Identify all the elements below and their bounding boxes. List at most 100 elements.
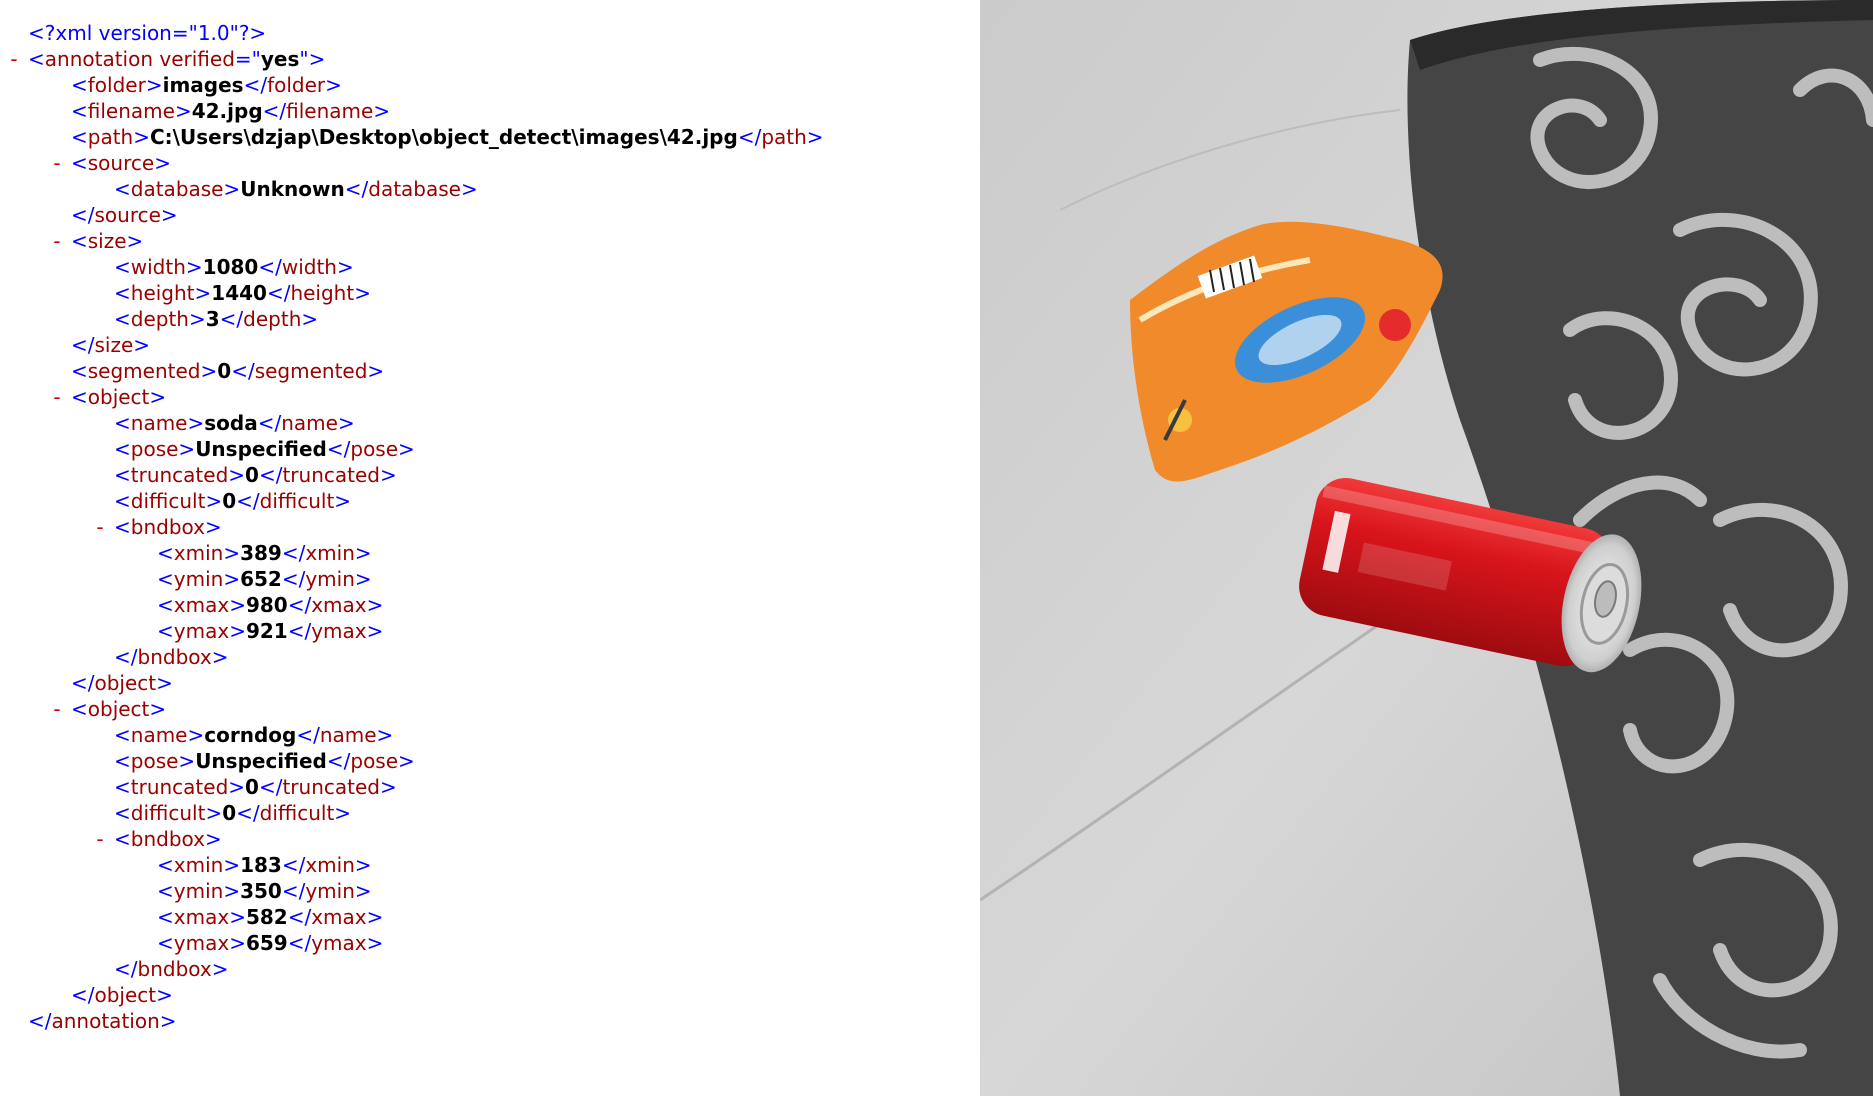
xml-punctuation: </ [114,957,138,981]
xml-punctuation: < [71,229,88,253]
xml-punctuation: < [157,905,174,929]
xml-tag-name: xmax [311,905,367,929]
xml-tag-name: filename [87,99,175,123]
xml-line: <name>corndog</name> [114,722,393,748]
xml-punctuation: > [185,255,203,279]
xml-line: </bndbox> [114,956,228,982]
xml-tag-name: pose [130,437,179,461]
xml-punctuation: < [157,541,174,565]
xml-punctuation: > [301,307,319,331]
xml-punctuation: > [174,99,192,123]
xml-text-value: C:\Users\dzjap\Desktop\object_detect\ima… [150,125,738,149]
xml-punctuation: > [160,203,178,227]
collapse-toggle[interactable]: - [50,228,64,254]
xml-punctuation: </ [243,73,268,97]
xml-punctuation: > [149,697,167,721]
xml-tag-name: difficult [130,489,206,513]
xml-declaration: <?xml version="1.0"?> [28,21,267,45]
xml-punctuation: =" [234,47,261,71]
xml-punctuation: > [188,307,206,331]
xml-tree-view: <?xml version="1.0"?> - <annotation verifi… [0,0,980,1096]
xml-line: <database>Unknown</database> [114,176,478,202]
xml-punctuation: > [354,567,372,591]
xml-punctuation: </ [71,333,95,357]
collapse-toggle[interactable]: - [50,696,64,722]
xml-punctuation: < [157,619,174,643]
xml-punctuation: < [28,47,45,71]
xml-punctuation: > [229,619,246,643]
xml-punctuation: > [223,177,241,201]
xml-punctuation: > [149,385,167,409]
xml-line: </annotation> [28,1008,177,1034]
xml-punctuation: < [71,99,88,123]
xml-tag-name: object [94,983,157,1007]
xml-punctuation: > [204,515,222,539]
xml-tag-name: height [290,281,355,305]
xml-tag-name: xmin [173,853,224,877]
xml-line: <size> [71,228,143,254]
xml-tag-name: name [281,411,338,435]
xml-punctuation: < [71,385,88,409]
xml-line: <name>soda</name> [114,410,355,436]
xml-punctuation: > [354,281,371,305]
xml-tag-name: name [319,723,377,747]
xml-tag-name: ymin [305,567,355,591]
xml-tag-name: size [87,229,127,253]
xml-tag-name: database [130,177,224,201]
xml-punctuation: > [229,931,246,955]
xml-line: <difficult>0</difficult> [114,488,351,514]
xml-tag-name: truncated [282,775,380,799]
xml-punctuation: > [460,177,478,201]
xml-punctuation: < [114,775,131,799]
xml-punctuation: </ [257,411,282,435]
xml-punctuation: > [223,853,241,877]
xml-line: <ymin>350</ymin> [157,878,372,904]
xml-text-value: 0 [245,775,259,799]
collapse-toggle[interactable]: - [50,150,64,176]
xml-punctuation: > [366,905,384,929]
xml-tag-name: annotation [44,47,154,71]
xml-punctuation: < [114,749,131,773]
xml-tag-name: truncated [282,463,380,487]
xml-punctuation: > [806,125,824,149]
xml-line: <truncated>0</truncated> [114,462,397,488]
xml-punctuation: > [223,541,241,565]
xml-punctuation: > [373,99,391,123]
xml-punctuation: < [71,125,88,149]
xml-tag-name: folder [267,73,326,97]
xml-punctuation: </ [281,879,306,903]
xml-punctuation: </ [737,125,762,149]
xml-punctuation: < [157,931,174,955]
xml-tag-name: xmax [173,905,230,929]
xml-line: <pose>Unspecified</pose> [114,748,415,774]
xml-punctuation: > [205,801,223,825]
xml-text-value: soda [204,411,258,435]
xml-tag-name: width [130,255,186,279]
xml-punctuation: </ [281,853,306,877]
xml-tag-name: object [87,385,150,409]
collapse-toggle[interactable]: - [7,46,21,72]
collapse-toggle[interactable]: - [93,826,107,852]
xml-line: <filename>42.jpg</filename> [71,98,390,124]
xml-punctuation: < [114,255,131,279]
xml-punctuation: < [71,359,88,383]
xml-line: <ymax>659</ymax> [157,930,383,956]
collapse-toggle[interactable]: - [93,514,107,540]
xml-line: <bndbox> [114,826,222,852]
xml-punctuation: < [114,281,131,305]
xml-punctuation: > [156,983,173,1007]
collapse-toggle[interactable]: - [50,384,64,410]
xml-tag-name: bndbox [130,827,205,851]
xml-punctuation: > [379,463,397,487]
xml-line: <segmented>0</segmented> [71,358,384,384]
xml-punctuation: > [187,411,205,435]
xml-tag-name: ymin [305,879,355,903]
xml-punctuation: > [337,411,355,435]
xml-text-value: 42.jpg [191,99,263,123]
xml-punctuation: </ [287,931,312,955]
xml-punctuation: > [145,73,163,97]
xml-text-value: 0 [217,359,232,383]
xml-punctuation: < [71,697,88,721]
xml-text-value: 183 [240,853,282,877]
xml-tag-name: difficult [259,489,335,513]
